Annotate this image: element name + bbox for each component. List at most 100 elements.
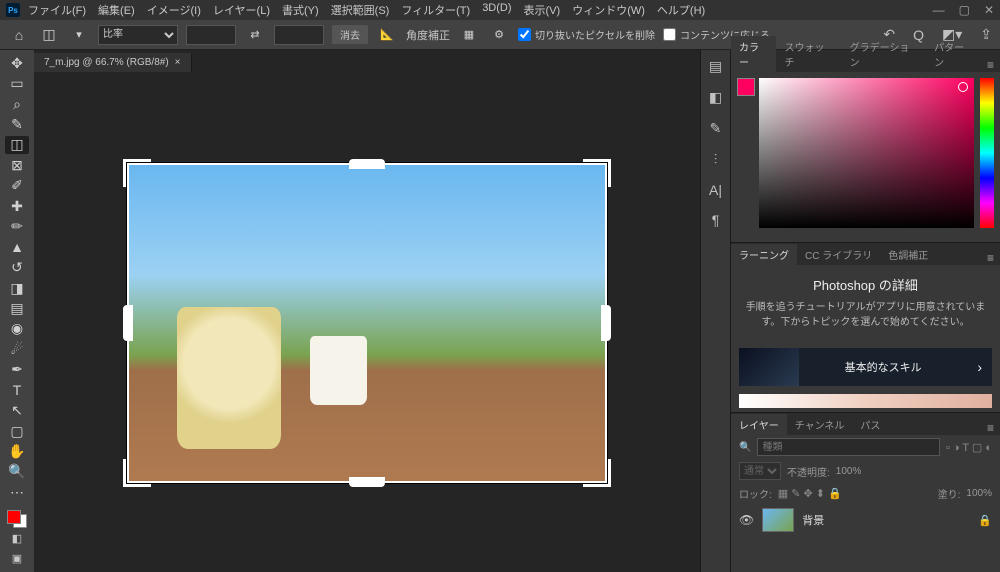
layer-thumbnail[interactable] — [762, 508, 794, 532]
menu-select[interactable]: 選択範囲(S) — [331, 2, 390, 18]
layer-row[interactable]: 👁 背景 🔒 — [731, 504, 1000, 536]
character-panel-icon[interactable]: A| — [709, 182, 722, 198]
paragraph-panel-icon[interactable]: ¶ — [712, 212, 720, 228]
menu-filter[interactable]: フィルター(T) — [401, 2, 470, 18]
crop-tool-icon[interactable]: ◫ — [38, 26, 60, 43]
type-tool[interactable]: T — [5, 381, 29, 399]
lasso-tool[interactable]: ⌕ — [5, 95, 29, 113]
maximize-icon[interactable]: ▢ — [959, 3, 970, 17]
crop-handle-bottom-mid[interactable] — [349, 477, 385, 487]
ratio-select[interactable]: 比率 — [98, 25, 178, 45]
height-input[interactable] — [274, 25, 324, 45]
edit-toolbar-icon[interactable]: ⋯ — [5, 483, 29, 501]
tab-layers[interactable]: レイヤー — [731, 414, 787, 435]
color-swatch[interactable] — [7, 510, 27, 528]
home-icon[interactable]: ⌂ — [8, 27, 30, 43]
close-icon[interactable]: ✕ — [984, 3, 994, 17]
filter-icons[interactable]: ▫ ◑ T ▢ ◐ — [946, 441, 992, 454]
quick-select-tool[interactable]: ✎ — [5, 115, 29, 133]
healing-tool[interactable]: ✚ — [5, 197, 29, 215]
zoom-tool[interactable]: 🔍 — [5, 463, 29, 481]
panel-menu-icon[interactable]: ≡ — [981, 421, 1000, 435]
menu-type[interactable]: 書式(Y) — [282, 2, 319, 18]
tab-color[interactable]: カラー — [731, 36, 776, 72]
crop-handle-left-mid[interactable] — [123, 305, 133, 341]
tab-channels[interactable]: チャンネル — [787, 414, 853, 435]
eyedropper-tool[interactable]: ✐ — [5, 177, 29, 195]
tab-swatches[interactable]: スウォッチ — [776, 36, 841, 72]
menu-image[interactable]: イメージ(I) — [147, 2, 201, 18]
menu-help[interactable]: ヘルプ(H) — [657, 2, 705, 18]
blur-tool[interactable]: ◉ — [5, 320, 29, 338]
menu-file[interactable]: ファイル(F) — [28, 2, 86, 18]
crop-handle-bottom-right[interactable] — [583, 459, 611, 487]
canvas[interactable] — [127, 163, 607, 483]
hand-tool[interactable]: ✋ — [5, 442, 29, 460]
brush-panel-icon[interactable]: ✎ — [710, 120, 722, 137]
crop-handle-right-mid[interactable] — [601, 305, 611, 341]
current-color[interactable] — [737, 78, 753, 236]
picker-cursor[interactable] — [958, 82, 968, 92]
clear-button[interactable]: 消去 — [332, 25, 368, 44]
crop-tool[interactable]: ◫ — [5, 136, 29, 154]
tab-gradients[interactable]: グラデーション — [842, 36, 927, 72]
path-select-tool[interactable]: ↖ — [5, 401, 29, 419]
move-tool[interactable]: ✥ — [5, 54, 29, 72]
tutorial-card[interactable]: 基本的なスキル › — [739, 348, 992, 386]
grid-overlay-icon[interactable]: ▦ — [458, 28, 480, 41]
menu-edit[interactable]: 編集(E) — [98, 2, 135, 18]
hue-slider[interactable] — [980, 78, 994, 228]
tab-adjustments[interactable]: 色調補正 — [880, 244, 936, 265]
crop-handle-top-mid[interactable] — [349, 159, 385, 169]
layer-name[interactable]: 背景 — [802, 512, 970, 528]
history-brush-tool[interactable]: ↺ — [5, 258, 29, 276]
swap-icon[interactable]: ⇄ — [244, 28, 266, 41]
quickmask-icon[interactable]: ▣ — [8, 550, 26, 566]
tab-paths[interactable]: パス — [852, 414, 888, 435]
fill-value[interactable]: 100% — [966, 488, 992, 499]
tab-libraries[interactable]: CC ライブラリ — [797, 244, 880, 265]
visibility-icon[interactable]: 👁 — [739, 513, 754, 527]
blend-mode-select[interactable]: 通常 — [739, 462, 781, 480]
delete-cropped-checkbox[interactable]: 切り抜いたピクセルを削除 — [518, 27, 655, 42]
history-panel-icon[interactable]: ▤ — [709, 58, 722, 75]
panel-menu-icon[interactable]: ≡ — [981, 58, 1000, 72]
brush-tool[interactable]: ✏ — [5, 218, 29, 236]
document-tab[interactable]: 7_m.jpg @ 66.7% (RGB/8#) × — [34, 53, 192, 72]
panel-menu-icon[interactable]: ≡ — [981, 251, 1000, 265]
layer-filter-input[interactable] — [757, 438, 939, 456]
marquee-tool[interactable]: ▭ — [5, 74, 29, 92]
crop-handle-top-right[interactable] — [583, 159, 611, 187]
width-input[interactable] — [186, 25, 236, 45]
share-icon[interactable]: ⇪ — [980, 26, 992, 43]
brush-settings-icon[interactable]: ⫶ — [714, 151, 718, 168]
lock-icon[interactable]: 🔒 — [978, 514, 992, 527]
opacity-value[interactable]: 100% — [836, 466, 862, 477]
tab-learning[interactable]: ラーニング — [731, 244, 797, 265]
tutorial-strip[interactable] — [739, 394, 992, 408]
color-picker[interactable] — [759, 78, 974, 228]
shape-tool[interactable]: ▢ — [5, 422, 29, 440]
crop-handle-top-left[interactable] — [123, 159, 151, 187]
foreground-color-swatch[interactable] — [7, 510, 21, 524]
eraser-tool[interactable]: ◨ — [5, 279, 29, 297]
menu-window[interactable]: ウィンドウ(W) — [572, 2, 645, 18]
gear-icon[interactable]: ⚙ — [488, 28, 510, 41]
screenmode-icon[interactable]: ◧ — [8, 530, 26, 546]
menu-layer[interactable]: レイヤー(L) — [213, 2, 270, 18]
close-tab-icon[interactable]: × — [175, 57, 181, 68]
tab-patterns[interactable]: パターン — [926, 36, 981, 72]
menu-view[interactable]: 表示(V) — [524, 2, 561, 18]
dodge-tool[interactable]: ☄ — [5, 340, 29, 358]
stamp-tool[interactable]: ▲ — [5, 238, 29, 256]
canvas-viewport[interactable] — [34, 74, 700, 572]
frame-tool[interactable]: ⊠ — [5, 156, 29, 174]
gradient-tool[interactable]: ▤ — [5, 299, 29, 317]
lock-icons[interactable]: ▦ ✎ ✥ ⬍ 🔒 — [778, 487, 842, 500]
crop-handle-bottom-left[interactable] — [123, 459, 151, 487]
pen-tool[interactable]: ✒ — [5, 361, 29, 379]
properties-panel-icon[interactable]: ◧ — [709, 89, 722, 106]
menu-3d[interactable]: 3D(D) — [482, 2, 511, 18]
dropdown-arrow-icon[interactable]: ▾ — [68, 28, 90, 41]
straighten-icon[interactable]: 📐 — [376, 28, 398, 41]
